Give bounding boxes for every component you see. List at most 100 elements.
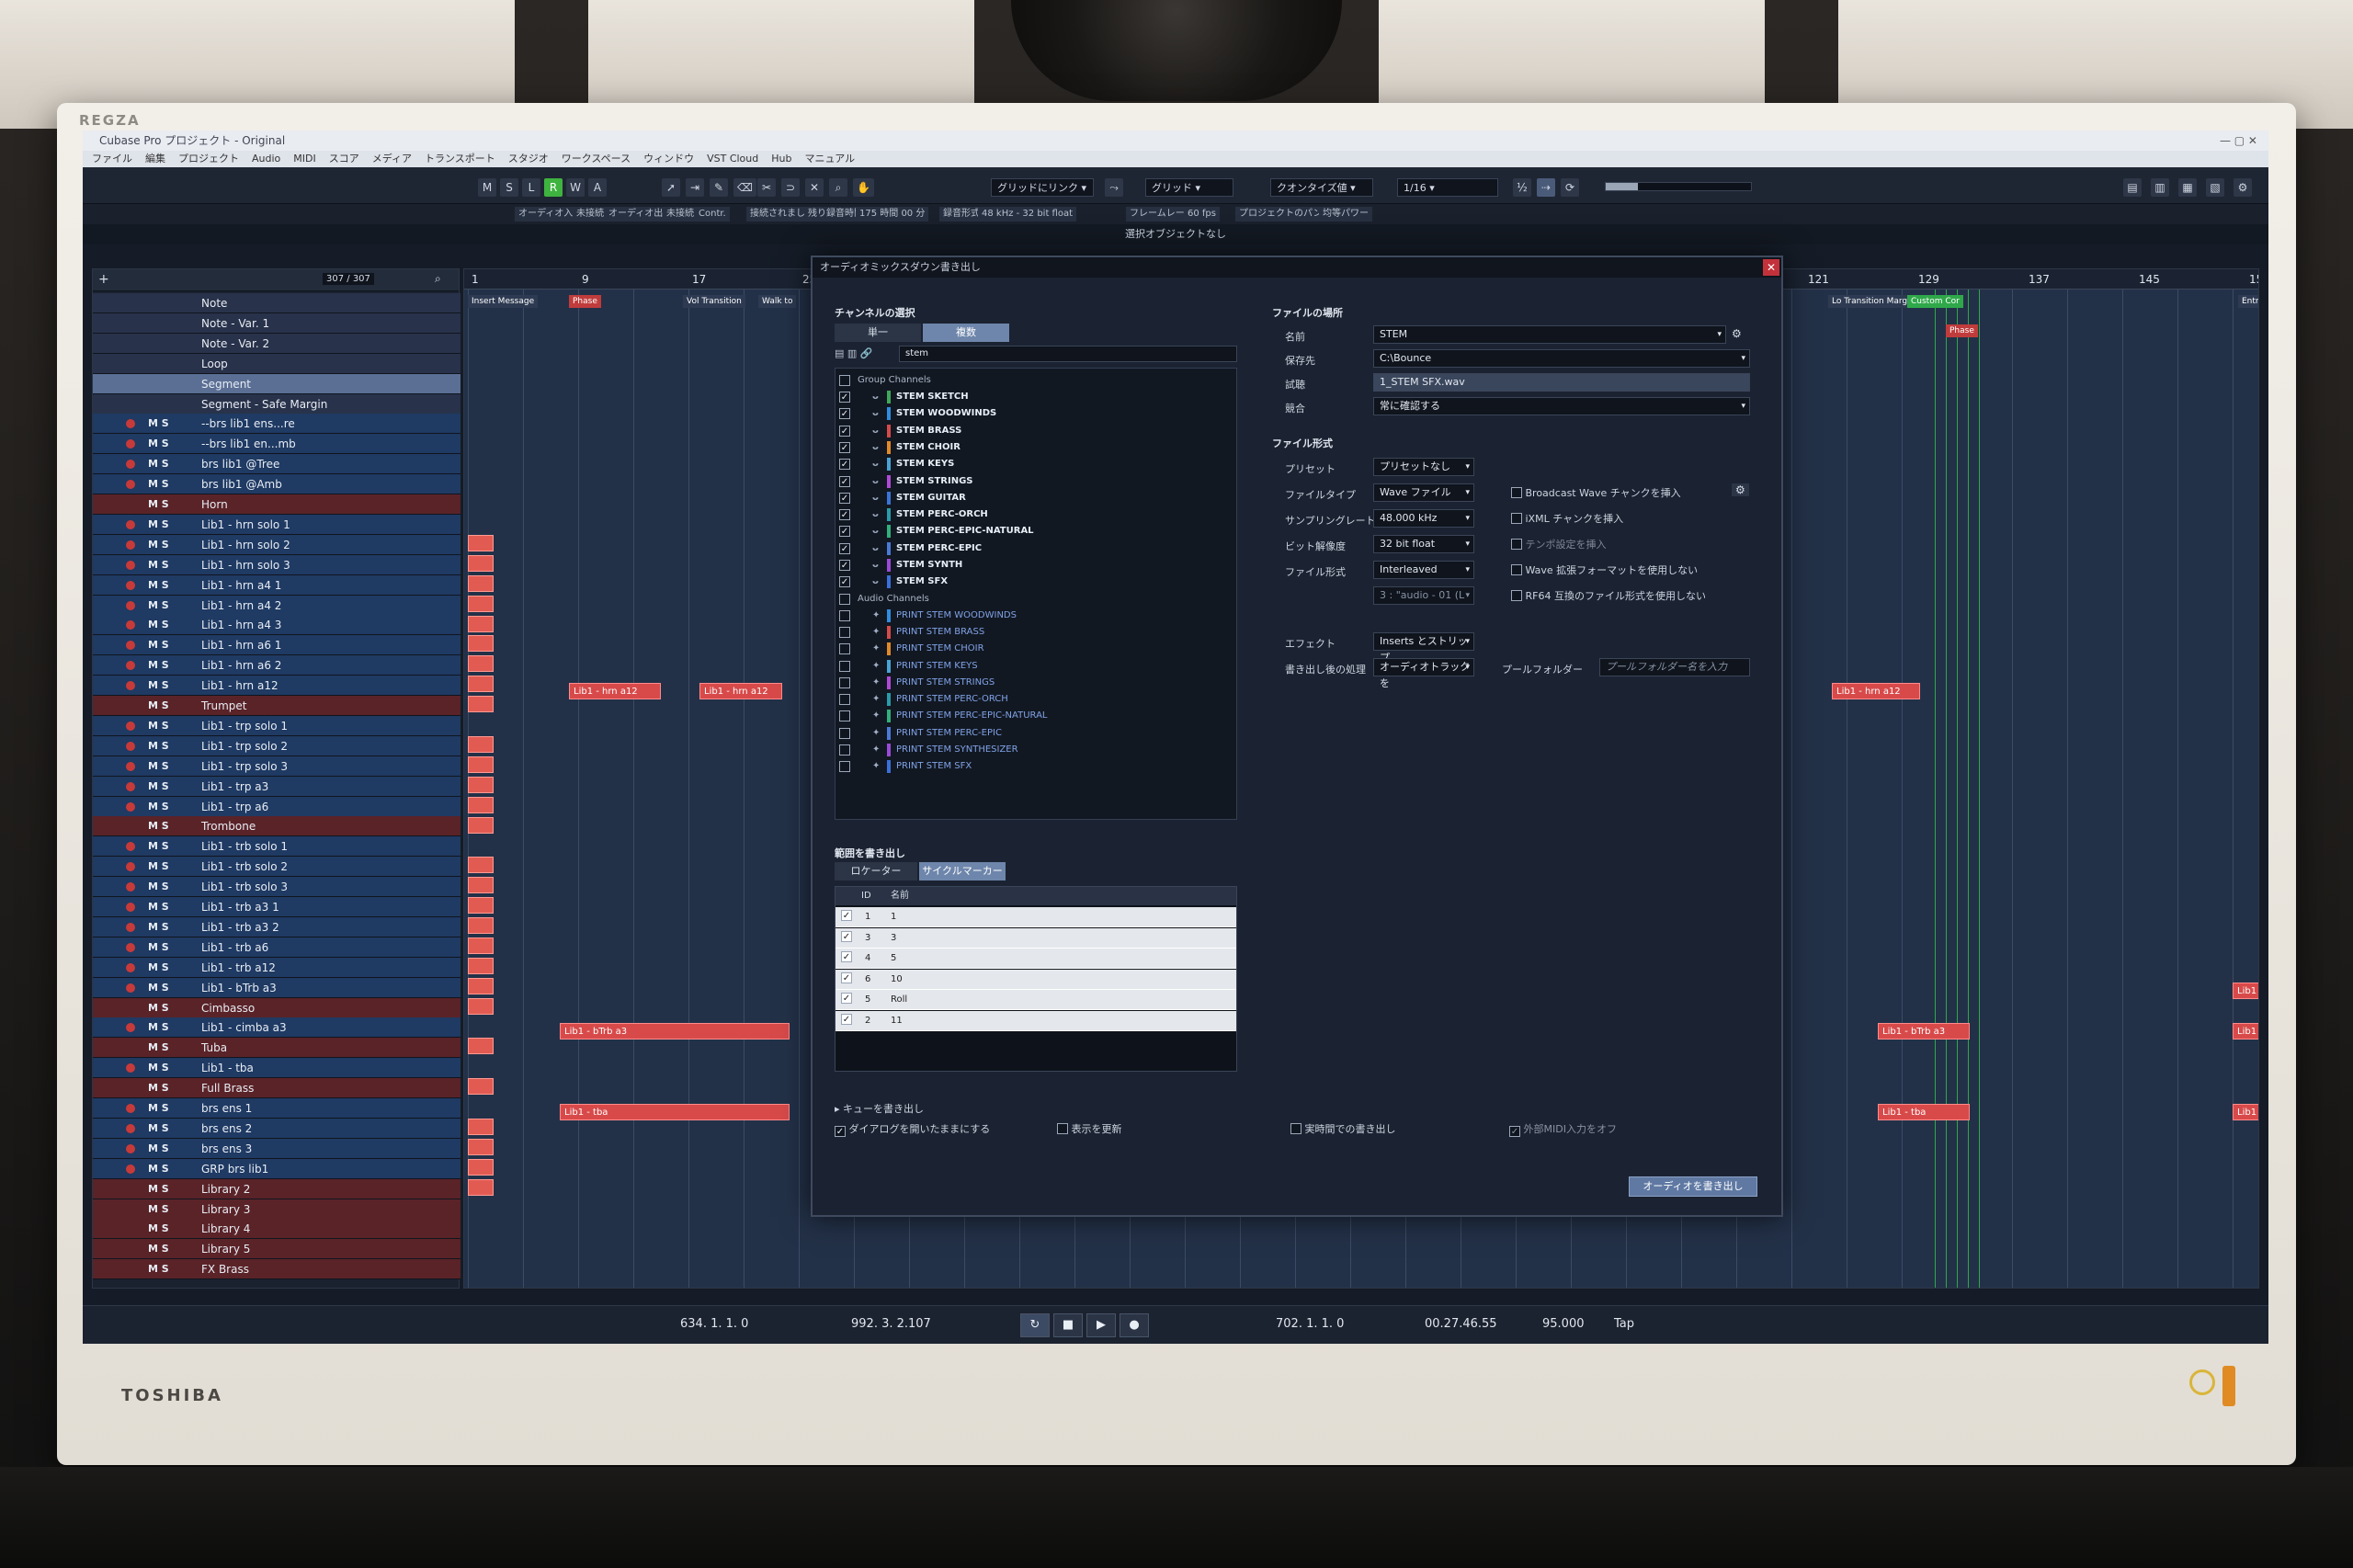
- track-row[interactable]: M S Library 2: [93, 1178, 460, 1199]
- mute-solo-buttons[interactable]: M S: [148, 937, 185, 958]
- mute-solo-buttons[interactable]: M S: [148, 716, 185, 736]
- mute-solo-buttons[interactable]: M S: [148, 1098, 185, 1119]
- checkbox[interactable]: ✓: [839, 492, 850, 504]
- preset-select[interactable]: プリセットなし ▾: [1373, 458, 1474, 476]
- audio-event[interactable]: Lib1 - hrn a12: [699, 683, 782, 699]
- record-enable-icon[interactable]: [126, 419, 135, 429]
- menu-item[interactable]: VST Cloud: [707, 151, 758, 167]
- menu-item[interactable]: ワークスペース: [562, 151, 631, 167]
- checkbox[interactable]: [839, 710, 850, 722]
- mute-solo-buttons[interactable]: M S: [148, 1038, 185, 1058]
- audio-event[interactable]: [468, 1119, 494, 1135]
- checkbox[interactable]: ✓: [841, 971, 852, 983]
- layout-icon-2[interactable]: ▥: [2151, 178, 2169, 197]
- marker-flag[interactable]: Entry Cor: [2238, 295, 2258, 308]
- channel-item[interactable]: ✦ PRINT STEM SFX: [839, 758, 1234, 775]
- channel-item[interactable]: ✦ PRINT STEM CHOIR: [839, 641, 1234, 657]
- record-enable-icon[interactable]: [126, 661, 135, 671]
- record-enable-icon[interactable]: [126, 620, 135, 631]
- track-row[interactable]: M S Lib1 - hrn solo 2: [93, 534, 460, 555]
- tempo-display[interactable]: 95.000: [1542, 1317, 1585, 1331]
- track-row[interactable]: M S brs ens 2: [93, 1118, 460, 1139]
- mute-solo-buttons[interactable]: M S: [148, 1078, 185, 1098]
- channel-item[interactable]: ✓ ᴗ STEM PERC-ORCH: [839, 506, 1234, 523]
- checkbox[interactable]: ✓: [839, 392, 850, 403]
- mute-solo-buttons[interactable]: M S: [148, 756, 185, 777]
- channel-item[interactable]: ✓ ᴗ STEM SKETCH: [839, 389, 1234, 405]
- track-row[interactable]: M S Lib1 - trp solo 3: [93, 756, 460, 777]
- track-row[interactable]: M S Library 5: [93, 1239, 460, 1260]
- range-row[interactable]: ✓ 6 10: [835, 969, 1236, 990]
- audio-event[interactable]: [468, 977, 494, 994]
- mute-solo-buttons[interactable]: M S: [148, 474, 185, 494]
- channel-filter-icons[interactable]: ▤ ▥ 🔗: [835, 347, 872, 359]
- checkbox[interactable]: ✓: [841, 993, 852, 1004]
- settings-icon[interactable]: ⚙: [2234, 178, 2252, 197]
- audio-event[interactable]: [468, 796, 494, 813]
- channel-item[interactable]: ✦ PRINT STEM SYNTHESIZER: [839, 742, 1234, 758]
- mute-solo-buttons[interactable]: M S: [148, 1179, 185, 1199]
- tab-single[interactable]: 単一: [835, 324, 921, 342]
- channel-item[interactable]: ✓ ᴗ STEM SFX: [839, 574, 1234, 590]
- audio-event[interactable]: [468, 1038, 494, 1055]
- track-row[interactable]: M S Lib1 - trb solo 3: [93, 877, 460, 898]
- name-settings-icon[interactable]: ⚙: [1732, 327, 1742, 340]
- record-enable-icon[interactable]: [126, 942, 135, 952]
- audio-event[interactable]: [468, 696, 494, 713]
- track-row[interactable]: M S Trombone: [93, 816, 460, 837]
- checkbox[interactable]: ✓: [839, 560, 850, 571]
- mute-button[interactable]: M: [478, 178, 496, 197]
- track-row[interactable]: M S Lib1 - cimba a3: [93, 1017, 460, 1039]
- track-row[interactable]: M S Tuba: [93, 1038, 460, 1059]
- checkbox[interactable]: [839, 727, 850, 739]
- audio-event[interactable]: [468, 756, 494, 773]
- channel-item[interactable]: ✦ PRINT STEM PERC-EPIC: [839, 725, 1234, 742]
- channel-assign-select[interactable]: 3 : "audio - 01 (L ▾: [1373, 586, 1474, 605]
- track-row[interactable]: M S Lib1 - hrn solo 1: [93, 514, 460, 535]
- record-enable-icon[interactable]: [126, 983, 135, 993]
- auto-scroll-icon[interactable]: ⇢: [1537, 178, 1555, 197]
- record-enable-icon[interactable]: [126, 540, 135, 550]
- track-row[interactable]: M S Lib1 - hrn a6 1: [93, 635, 460, 656]
- audio-event[interactable]: [468, 615, 494, 632]
- range-row[interactable]: ✓ 2 11: [835, 1010, 1236, 1031]
- record-enable-icon[interactable]: [126, 862, 135, 872]
- record-enable-icon[interactable]: [126, 1104, 135, 1113]
- audio-event[interactable]: Lib1 - tba: [1878, 1104, 1970, 1120]
- track-row[interactable]: M S Trumpet: [93, 696, 460, 716]
- track-row[interactable]: M S brs ens 1: [93, 1098, 460, 1119]
- hand-tool-icon[interactable]: ✋: [853, 178, 874, 197]
- channel-group-header[interactable]: Audio Channels: [839, 591, 1234, 608]
- mute-solo-buttons[interactable]: M S: [148, 414, 185, 434]
- mute-solo-buttons[interactable]: M S: [148, 978, 185, 998]
- record-enable-icon[interactable]: [126, 1143, 135, 1153]
- record-enable-icon[interactable]: [126, 741, 135, 751]
- checkbox[interactable]: [839, 375, 850, 386]
- track-row[interactable]: M S Lib1 - hrn a6 2: [93, 655, 460, 676]
- tab-cycle-marker[interactable]: サイクルマーカー: [919, 862, 1006, 881]
- mute-solo-buttons[interactable]: M S: [148, 958, 185, 978]
- track-row[interactable]: M S Lib1 - tba: [93, 1058, 460, 1079]
- menu-item[interactable]: 編集: [145, 151, 165, 167]
- checkbox[interactable]: ✓: [839, 425, 850, 437]
- channel-item[interactable]: ✦ PRINT STEM KEYS: [839, 658, 1234, 675]
- mute-solo-buttons[interactable]: M S: [148, 655, 185, 676]
- menu-item[interactable]: メディア: [372, 151, 412, 167]
- track-row[interactable]: M S Lib1 - trb a12: [93, 957, 460, 978]
- checkbox[interactable]: [839, 744, 850, 756]
- track-row[interactable]: M S Library 3: [93, 1199, 460, 1220]
- pencil-tool-icon[interactable]: ✎: [710, 178, 728, 197]
- track-row[interactable]: Segment - Safe Margin: [93, 393, 460, 415]
- range-tool-icon[interactable]: ⇥: [686, 178, 704, 197]
- checkbox[interactable]: ✓: [839, 576, 850, 588]
- track-row[interactable]: M S Lib1 - trb solo 1: [93, 836, 460, 858]
- menu-item[interactable]: スタジオ: [508, 151, 549, 167]
- power-button[interactable]: [2222, 1366, 2235, 1406]
- record-enable-icon[interactable]: [126, 1063, 135, 1074]
- audio-event[interactable]: [468, 897, 494, 915]
- checkbox[interactable]: [839, 609, 850, 621]
- range-row[interactable]: ✓ 1 1: [835, 907, 1236, 927]
- audio-event[interactable]: Lib1 - bTrb: [2233, 1023, 2258, 1040]
- mute-solo-buttons[interactable]: M S: [148, 696, 185, 716]
- mute-solo-buttons[interactable]: M S: [148, 615, 185, 635]
